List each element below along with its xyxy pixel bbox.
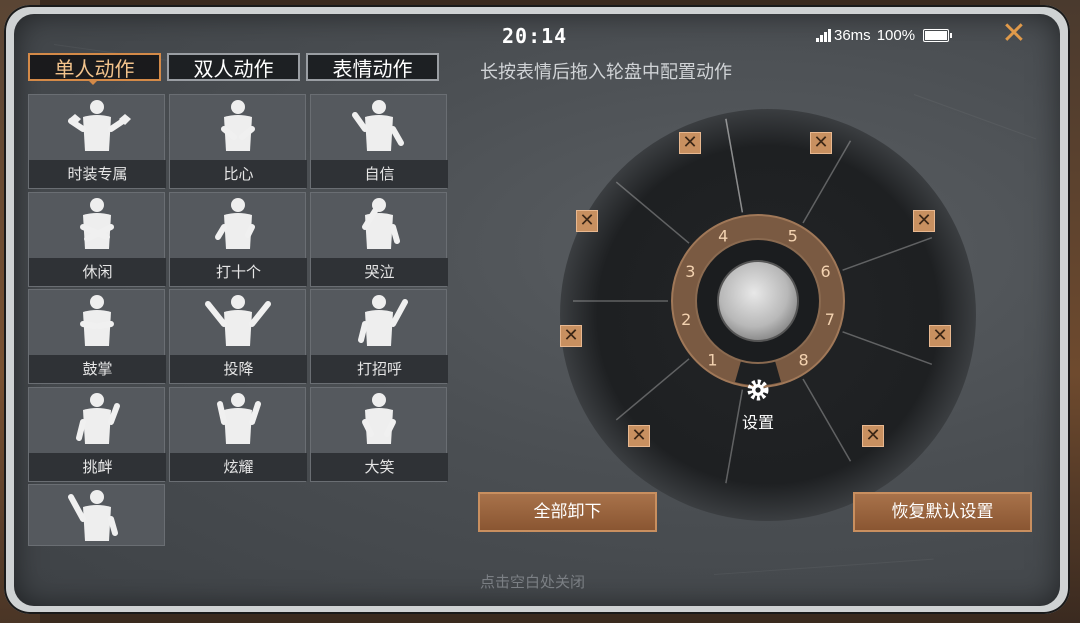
wheel-slot-3[interactable]: 3 <box>685 262 695 281</box>
emote-slot-fight[interactable]: 打十个 <box>169 191 307 287</box>
character-pose-icon <box>358 295 408 346</box>
remove-slot-2-button[interactable]: ✕ <box>810 132 832 154</box>
emote-label: 比心 <box>170 160 307 188</box>
remove-slot-4-button[interactable]: ✕ <box>913 210 935 232</box>
remove-slot-1-button[interactable]: ✕ <box>679 132 701 154</box>
battery-text: 100% <box>876 27 916 44</box>
emote-label: 自信 <box>311 160 448 188</box>
wheel-slot-8[interactable]: 8 <box>798 350 808 369</box>
character-pose-icon <box>68 100 131 151</box>
emote-slot-taunt[interactable]: 挑衅 <box>28 386 166 482</box>
character-pose-icon <box>215 197 255 249</box>
remove-slot-5-button[interactable]: ✕ <box>560 325 582 347</box>
character-pose-icon <box>80 295 114 346</box>
emote-label: 投降 <box>170 355 307 383</box>
tab-2[interactable]: 表情动作 <box>306 53 439 81</box>
emote-slot-cry[interactable]: 哭泣 <box>310 191 448 287</box>
character-pose-icon <box>205 295 271 346</box>
tab-0[interactable]: 单人动作 <box>28 53 161 81</box>
emote-label: 打十个 <box>170 257 307 286</box>
tab-1[interactable]: 双人动作 <box>167 53 300 81</box>
emote-slot-hi[interactable] <box>28 484 165 546</box>
emote-slot-flex[interactable]: 自信 <box>310 94 448 189</box>
emote-slot-clap[interactable]: 鼓掌 <box>28 289 166 384</box>
character-pose-icon <box>76 392 120 444</box>
battery-icon <box>923 29 953 42</box>
emote-slot-laugh[interactable]: 大笑 <box>310 386 448 482</box>
emote-label: 大笑 <box>311 452 448 481</box>
close-button[interactable]: ✕ <box>1000 19 1028 49</box>
clock: 20:14 <box>502 24 568 48</box>
character-pose-icon <box>362 197 400 249</box>
tab-bar: 单人动作 双人动作 表情动作 <box>28 53 439 81</box>
status-bar: 36ms 100% <box>816 27 953 44</box>
emote-wheel: 1 2 3 4 5 6 7 8 设置 <box>560 109 976 521</box>
unload-all-button[interactable]: 全部卸下 <box>478 492 657 532</box>
character-pose-icon <box>80 197 114 249</box>
restore-default-button[interactable]: 恢复默认设置 <box>853 492 1032 532</box>
character-pose-icon <box>217 392 261 444</box>
wheel-slot-2[interactable]: 2 <box>681 310 691 329</box>
character-pose-icon <box>352 100 404 151</box>
wheel-slot-1[interactable]: 1 <box>707 350 717 369</box>
emote-label: 鼓掌 <box>29 355 166 383</box>
remove-slot-6-button[interactable]: ✕ <box>929 325 951 347</box>
wheel-slot-7[interactable]: 7 <box>825 310 835 329</box>
emote-slot-show-off[interactable]: 炫耀 <box>169 386 307 482</box>
emote-label: 挑衅 <box>29 452 166 481</box>
emote-slot-hearts[interactable]: 时装专属 <box>28 94 166 189</box>
emote-label: 休闲 <box>29 257 166 286</box>
emote-slot-surrender[interactable]: 投降 <box>169 289 307 384</box>
emote-label: 哭泣 <box>311 257 448 286</box>
wheel-slot-5[interactable]: 5 <box>788 227 798 246</box>
emote-label: 炫耀 <box>170 452 307 481</box>
remove-slot-8-button[interactable]: ✕ <box>862 425 884 447</box>
emote-slot-arms-crossed[interactable]: 休闲 <box>28 191 166 287</box>
remove-slot-3-button[interactable]: ✕ <box>576 210 598 232</box>
settings-label: 设置 <box>742 413 774 432</box>
wheel-center-button[interactable] <box>717 260 799 342</box>
active-tab-indicator <box>88 80 98 85</box>
ping-text: 36ms <box>834 27 871 44</box>
wheel-slot-6[interactable]: 6 <box>821 262 831 281</box>
character-pose-icon <box>362 392 396 444</box>
remove-slot-7-button[interactable]: ✕ <box>628 425 650 447</box>
emote-slot-wave[interactable]: 打招呼 <box>310 289 448 384</box>
close-hint-text: 点击空白处关闭 <box>480 573 586 591</box>
character-pose-icon <box>221 100 255 151</box>
wheel-slot-4[interactable]: 4 <box>718 227 728 246</box>
instruction-text: 长按表情后拖入轮盘中配置动作 <box>480 62 732 83</box>
emote-slot-heart-hands[interactable]: 比心 <box>169 94 307 189</box>
emote-label: 时装专属 <box>29 160 166 188</box>
character-pose-icon <box>68 490 118 541</box>
signal-icon <box>816 29 831 42</box>
emote-label: 打招呼 <box>311 355 448 383</box>
